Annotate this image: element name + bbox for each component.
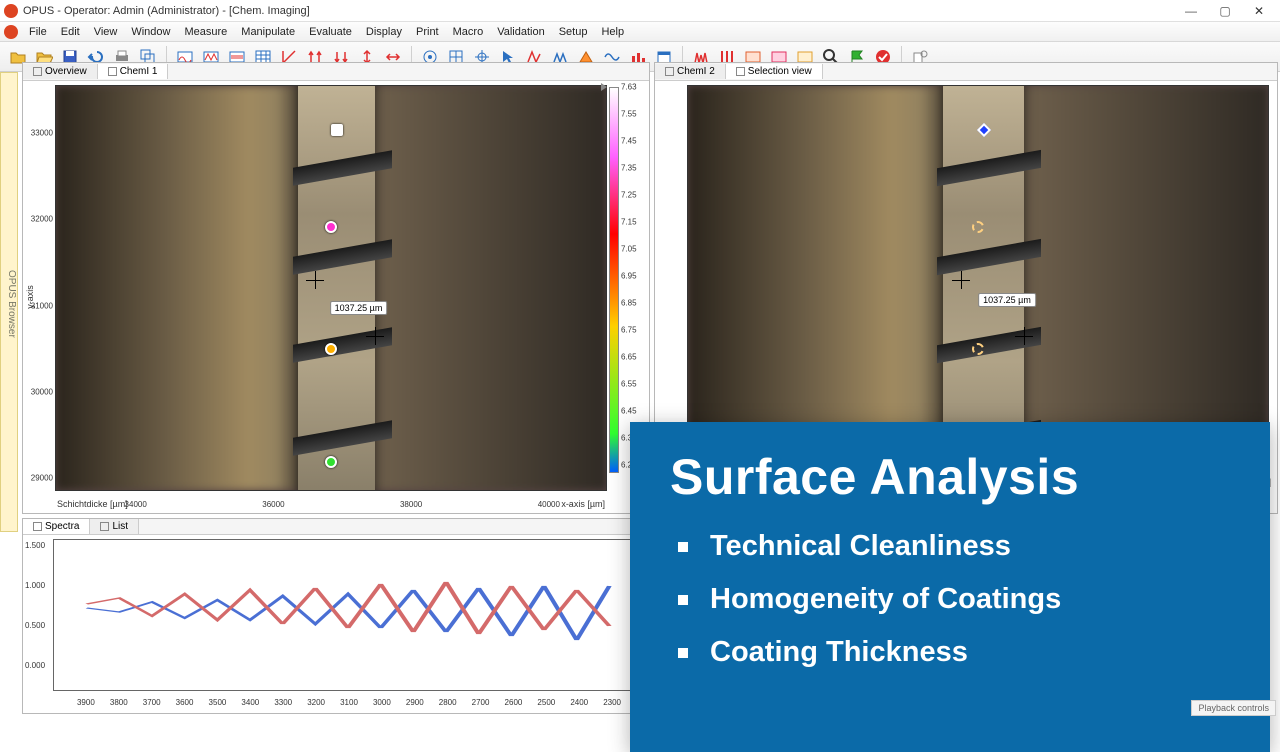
promo-overlay: Surface Analysis Technical Cleanliness H… bbox=[630, 422, 1270, 752]
measurement-label-r: 1037.25 µm bbox=[978, 293, 1036, 307]
overlay-title: Surface Analysis bbox=[670, 448, 1230, 506]
sx-tick: 3900 bbox=[77, 698, 95, 707]
sx-tick: 2600 bbox=[505, 698, 523, 707]
x-tick: 40000 bbox=[538, 500, 560, 509]
crosshair-r1 bbox=[952, 271, 970, 289]
minimize-button[interactable]: — bbox=[1174, 1, 1208, 21]
sy-tick: 1.500 bbox=[25, 541, 45, 550]
playback-controls[interactable]: Playback controls bbox=[1191, 700, 1276, 716]
marker-4[interactable] bbox=[325, 456, 337, 468]
app-icon bbox=[4, 4, 18, 18]
menu-edit[interactable]: Edit bbox=[54, 24, 87, 40]
menu-print[interactable]: Print bbox=[409, 24, 446, 40]
sx-tick: 3800 bbox=[110, 698, 128, 707]
left-image-area[interactable]: 33000 32000 31000 30000 29000 y-axis 103… bbox=[23, 81, 649, 513]
sx-tick: 2400 bbox=[570, 698, 588, 707]
y-axis-label: y-axis bbox=[25, 285, 35, 309]
y-tick: 29000 bbox=[23, 474, 53, 483]
menu-macro[interactable]: Macro bbox=[446, 24, 491, 40]
left-image-panel: Overview ChemI 1 33000 32000 31000 30000… bbox=[22, 62, 650, 514]
overlay-bullet-2: Homogeneity of Coatings bbox=[710, 583, 1230, 616]
tab-chemi2[interactable]: ChemI 2 bbox=[655, 64, 726, 79]
maximize-button[interactable]: ▢ bbox=[1208, 1, 1242, 21]
menu-window[interactable]: Window bbox=[124, 24, 177, 40]
opus-browser-sidebar[interactable]: OPUS Browser bbox=[0, 72, 18, 532]
window-titlebar: OPUS - Operator: Admin (Administrator) -… bbox=[0, 0, 1280, 22]
menu-manipulate[interactable]: Manipulate bbox=[234, 24, 302, 40]
crosshair-2 bbox=[366, 327, 384, 345]
sx-tick: 3700 bbox=[143, 698, 161, 707]
menu-bar: File Edit View Window Measure Manipulate… bbox=[0, 22, 1280, 42]
sx-tick: 2800 bbox=[439, 698, 457, 707]
sx-tick: 3600 bbox=[176, 698, 194, 707]
x-tick: 34000 bbox=[125, 500, 147, 509]
colorbar: 7.63 7.55 7.45 7.35 7.25 7.15 7.05 6.95 … bbox=[609, 87, 645, 473]
overlay-bullet-1: Technical Cleanliness bbox=[710, 530, 1230, 563]
y-tick: 32000 bbox=[23, 215, 53, 224]
sx-tick: 3400 bbox=[241, 698, 259, 707]
marker-2[interactable] bbox=[325, 221, 337, 233]
sy-tick: 0.500 bbox=[25, 621, 45, 630]
tab-selection-view[interactable]: Selection view bbox=[726, 64, 823, 79]
sx-tick: 2700 bbox=[472, 698, 490, 707]
close-button[interactable]: ✕ bbox=[1242, 1, 1276, 21]
sx-tick: 2900 bbox=[406, 698, 424, 707]
sx-tick: 3100 bbox=[340, 698, 358, 707]
overlay-bullet-3: Coating Thickness bbox=[710, 636, 1230, 669]
hollow-marker-2[interactable] bbox=[972, 343, 984, 355]
sx-tick: 3200 bbox=[307, 698, 325, 707]
left-axis-frame[interactable]: 1037.25 µm bbox=[55, 85, 607, 491]
spectra-panel: Spectra List 1.500 1.000 0.500 0.000 390… bbox=[22, 518, 650, 714]
sy-tick: 0.000 bbox=[25, 661, 45, 670]
tab-chemi1[interactable]: ChemI 1 bbox=[98, 64, 169, 79]
right-tabstrip: ChemI 2 Selection view bbox=[655, 63, 1277, 81]
menu-validation[interactable]: Validation bbox=[490, 24, 552, 40]
menu-setup[interactable]: Setup bbox=[552, 24, 595, 40]
x-tick: 38000 bbox=[400, 500, 422, 509]
x-axis-left-label: Schichtdicke [µm] bbox=[57, 499, 128, 509]
sy-tick: 1.000 bbox=[25, 581, 45, 590]
y-tick: 30000 bbox=[23, 388, 53, 397]
sx-tick: 3500 bbox=[209, 698, 227, 707]
sx-tick: 3300 bbox=[274, 698, 292, 707]
x-axis-right-label: x-axis [µm] bbox=[561, 499, 605, 509]
marker-3[interactable] bbox=[325, 343, 337, 355]
measurement-label: 1037.25 µm bbox=[330, 301, 388, 315]
menu-display[interactable]: Display bbox=[359, 24, 409, 40]
left-tabstrip: Overview ChemI 1 bbox=[23, 63, 649, 81]
hollow-marker-1[interactable] bbox=[972, 221, 984, 233]
marker-1[interactable] bbox=[331, 124, 343, 136]
y-tick: 33000 bbox=[23, 128, 53, 137]
menu-measure[interactable]: Measure bbox=[177, 24, 234, 40]
crosshair-r2 bbox=[1015, 327, 1033, 345]
crosshair-1 bbox=[306, 271, 324, 289]
x-tick: 36000 bbox=[262, 500, 284, 509]
tab-spectra[interactable]: Spectra bbox=[23, 519, 90, 534]
sx-tick: 2500 bbox=[537, 698, 555, 707]
window-title: OPUS - Operator: Admin (Administrator) -… bbox=[23, 5, 310, 17]
menu-view[interactable]: View bbox=[87, 24, 125, 40]
tab-list[interactable]: List bbox=[90, 519, 139, 534]
menu-evaluate[interactable]: Evaluate bbox=[302, 24, 359, 40]
menu-file[interactable]: File bbox=[22, 24, 54, 40]
sx-tick: 2300 bbox=[603, 698, 621, 707]
tab-overview[interactable]: Overview bbox=[23, 64, 98, 79]
sx-tick: 3000 bbox=[373, 698, 391, 707]
spectra-plot[interactable] bbox=[53, 539, 643, 691]
menu-app-icon bbox=[4, 25, 18, 39]
menu-help[interactable]: Help bbox=[594, 24, 631, 40]
